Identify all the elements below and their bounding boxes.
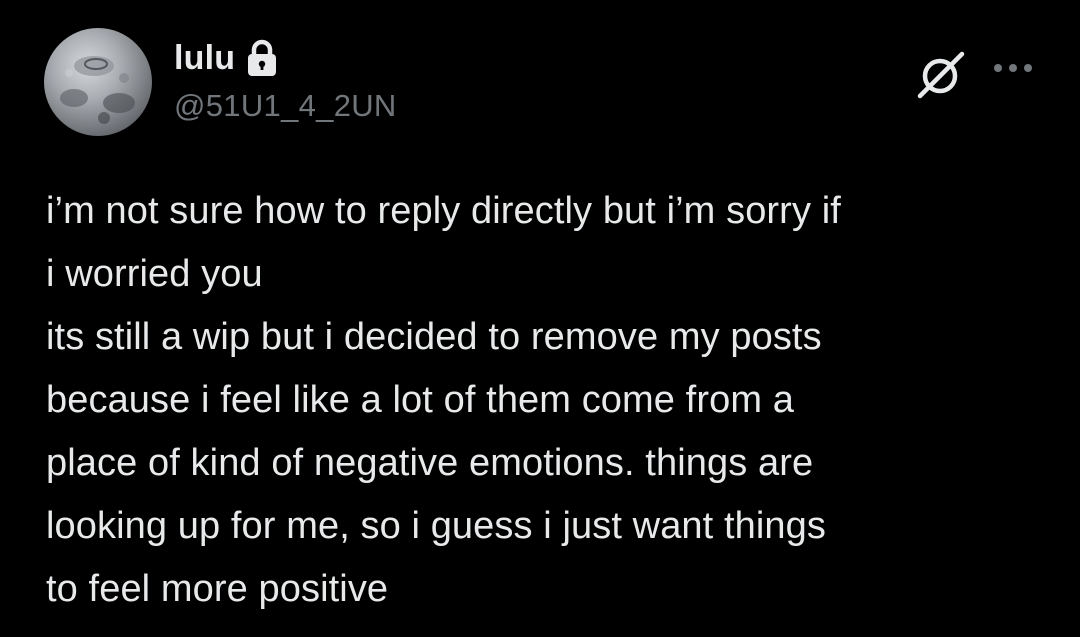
avatar-image <box>60 56 135 124</box>
tweet-text: i’m not sure how to reply directly but i… <box>46 190 841 610</box>
tweet-card: lulu @51U1_4_2UN i’m not sure how to rep <box>0 0 1080 637</box>
handle[interactable]: @51U1_4_2UN <box>174 86 397 126</box>
author-info: lulu @51U1_4_2UN <box>174 36 397 126</box>
more-icon[interactable] <box>990 56 1036 80</box>
avatar[interactable] <box>44 28 152 136</box>
display-name[interactable]: lulu <box>174 36 235 80</box>
grok-icon[interactable] <box>914 46 970 102</box>
name-row: lulu <box>174 36 397 80</box>
lock-icon <box>245 38 279 78</box>
